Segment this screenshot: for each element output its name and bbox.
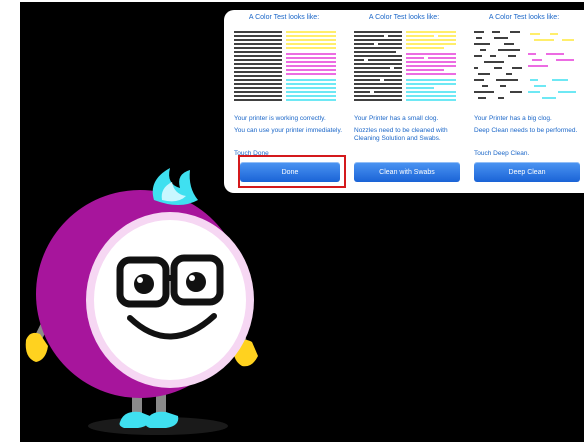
result-column-small-clog: A Color Test looks like: Your Printer ha… xyxy=(344,10,464,193)
touch-text: Touch Deep Clean. xyxy=(474,150,530,157)
status-text: Your printer is working correctly. xyxy=(234,115,326,122)
column-title: A Color Test looks like: xyxy=(368,14,440,21)
screen: A Color Test looks like: Your printer is… xyxy=(0,0,584,442)
test-pattern-small-clog xyxy=(354,31,456,101)
status-text: Your Printer has a small clog. xyxy=(354,115,439,122)
result-column-big-clog: A Color Test looks like: Your Printer ha… xyxy=(464,10,584,193)
test-pattern-good xyxy=(234,31,336,101)
clean-with-swabs-button[interactable]: Clean with Swabs xyxy=(354,162,460,182)
test-pattern-big-clog xyxy=(474,31,576,99)
instruction-text: Nozzles need to be cleaned with Cleaning… xyxy=(354,127,448,142)
instruction-text: You can use your printer immediately. xyxy=(234,127,343,134)
deep-clean-button[interactable]: Deep Clean xyxy=(474,162,580,182)
instruction-text: Deep Clean needs to be performed. xyxy=(474,127,578,134)
column-title: A Color Test looks like: xyxy=(248,14,320,21)
status-text: Your Printer has a big clog. xyxy=(474,115,552,122)
column-title: A Color Test looks like: xyxy=(488,14,560,21)
mascot-character xyxy=(25,168,258,435)
